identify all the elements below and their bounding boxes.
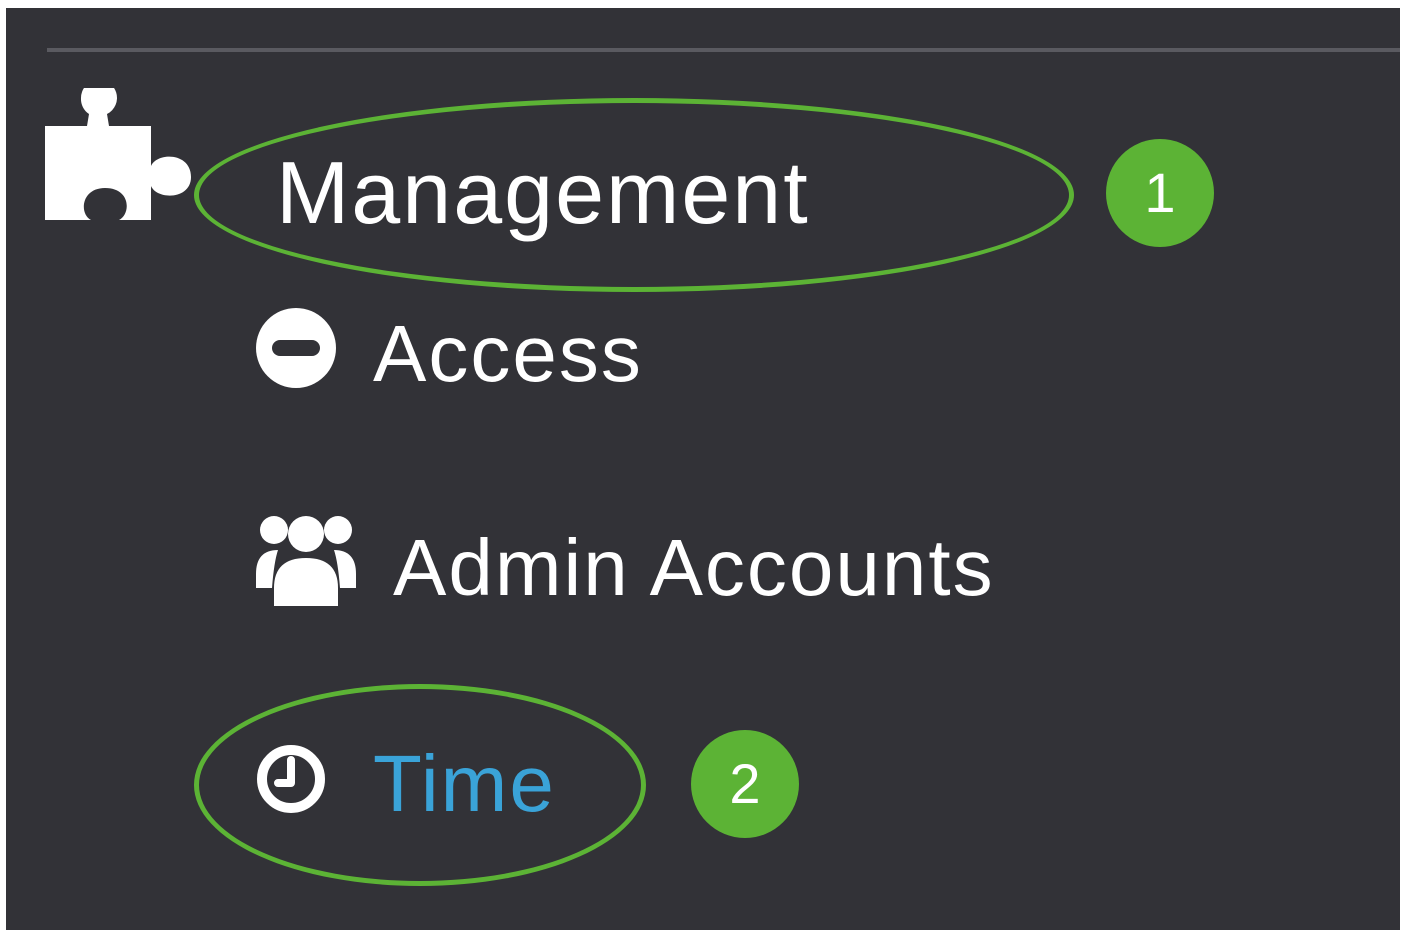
minus-circle-icon: [256, 308, 336, 388]
sidebar-item-admin-accounts[interactable]: Admin Accounts: [246, 508, 1156, 618]
puzzle-icon: [45, 88, 191, 220]
users-icon: [256, 516, 356, 606]
step-badge: 1: [1106, 139, 1214, 247]
step-number: 2: [729, 752, 761, 815]
sidebar-item-time[interactable]: Time: [246, 728, 616, 838]
sidebar-item-label: Time: [373, 739, 556, 828]
section-label: Management: [276, 143, 810, 242]
sidebar-panel: Management Access Admin Accounts Time 1: [6, 8, 1400, 930]
step-number: 1: [1144, 161, 1176, 224]
step-badge: 2: [691, 730, 799, 838]
divider: [47, 48, 1400, 52]
nav-section-management[interactable]: Management: [6, 88, 1106, 308]
sidebar-item-label: Access: [373, 309, 643, 398]
sidebar-item-access[interactable]: Access: [246, 298, 726, 398]
sidebar-item-label: Admin Accounts: [393, 523, 995, 612]
clock-icon: [257, 745, 325, 813]
